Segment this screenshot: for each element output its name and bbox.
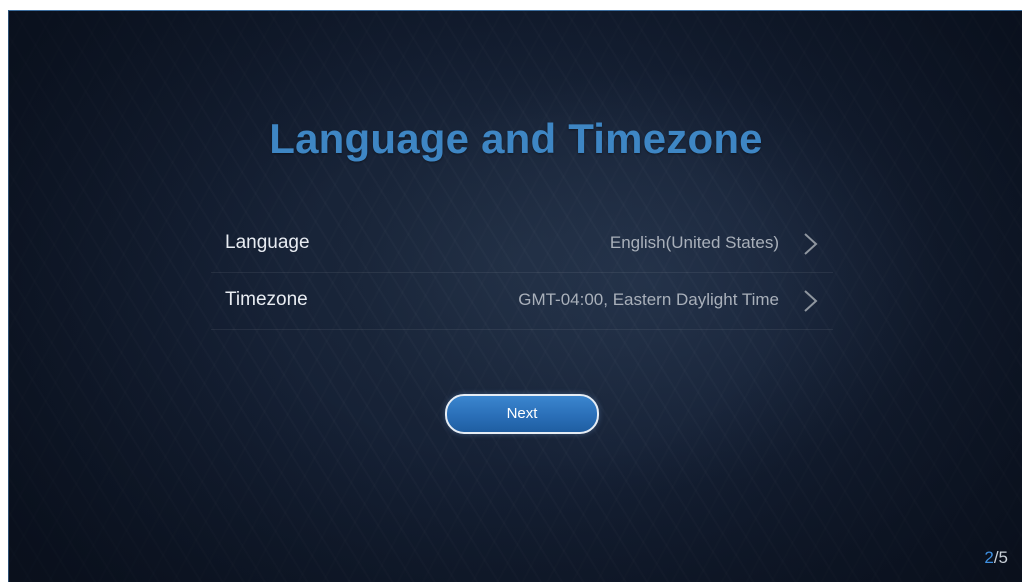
language-label: Language [225,232,310,253]
chevron-right-icon [804,290,818,312]
page-total: /5 [993,548,1008,567]
timezone-value: GMT-04:00, Eastern Daylight Time [518,290,779,309]
language-row[interactable]: Language English(United States) [211,216,833,273]
settings-list: Language English(United States) Timezone… [211,216,833,330]
page-title: Language and Timezone [269,115,763,162]
page-current: 2 [984,548,994,567]
page-indicator: 2/5 [984,548,1008,568]
language-value: English(United States) [609,233,779,252]
timezone-row[interactable]: Timezone GMT-04:00, Eastern Daylight Tim… [211,273,833,330]
setup-screen: Language and Timezone Language English(U… [8,10,1022,582]
next-button[interactable]: Next [445,394,599,434]
chevron-right-icon [804,233,818,255]
timezone-label: Timezone [225,289,308,310]
